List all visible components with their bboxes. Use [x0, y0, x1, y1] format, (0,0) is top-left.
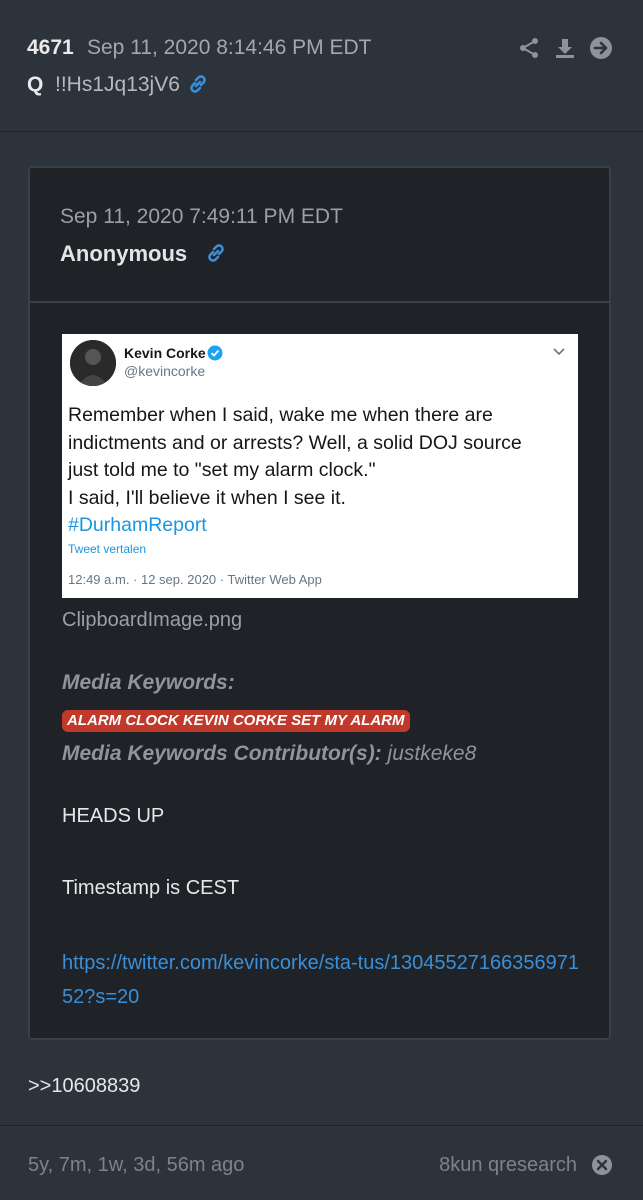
image-filename[interactable]: ClipboardImage.png: [62, 609, 242, 632]
contributors-label: Media Keywords Contributor(s):: [62, 742, 382, 765]
tweet-hashtag: #DurhamReport: [68, 514, 207, 536]
tweet-line: I said, I'll believe it when I see it.: [68, 486, 346, 509]
link-icon[interactable]: [186, 72, 210, 96]
tweet-handle: @kevincorke: [124, 363, 206, 379]
post-footer: 5y, 7m, 1w, 3d, 56m ago 8kun qresearch: [0, 1125, 643, 1200]
media-keywords-badge: ALARM CLOCK KEVIN CORKE SET MY ALARM: [62, 710, 410, 732]
quoted-timestamp: Sep 11, 2020 7:49:11 PM EDT: [60, 205, 343, 228]
tweet-image[interactable]: Kevin Corke @kevincorke Remember when I …: [62, 334, 578, 598]
avatar: [70, 340, 116, 386]
link-icon[interactable]: [204, 241, 228, 265]
post-age: 5y, 7m, 1w, 3d, 56m ago: [28, 1154, 245, 1176]
reply-reference-link[interactable]: >>10608839: [28, 1075, 140, 1098]
quoted-author: Anonymous: [60, 241, 188, 266]
quoted-post-header: Sep 11, 2020 7:49:11 PM EDT Anonymous: [30, 168, 609, 303]
tweet-url-link[interactable]: https://twitter.com/kevincorke/sta-tus/1…: [62, 946, 582, 1014]
post-actions: [517, 36, 613, 60]
chevron-down-icon: [552, 344, 566, 358]
contributor-name: justkeke8: [387, 742, 477, 765]
tweet-text: Remember when I said, wake me when there…: [68, 402, 572, 540]
share-icon[interactable]: [517, 36, 541, 60]
post-author: Q: [27, 73, 44, 96]
tweet-translate-link: Tweet vertalen: [68, 542, 147, 556]
post-body-line: HEADS UP: [62, 805, 165, 827]
post-timestamp: Sep 11, 2020 8:14:46 PM EDT: [87, 36, 372, 59]
post-header: 4671 Sep 11, 2020 8:14:46 PM EDT Q !!Hs1…: [0, 0, 643, 132]
close-circle-icon[interactable]: [591, 1154, 613, 1176]
download-icon[interactable]: [553, 36, 577, 60]
verified-badge-icon: [207, 345, 223, 361]
tweet-line: indictments and or arrests? Well, a soli…: [68, 431, 522, 454]
post-body-line: Timestamp is CEST: [62, 877, 240, 899]
tweet-meta: 12:49 a.m. · 12 sep. 2020 · Twitter Web …: [68, 572, 322, 587]
tweet-line: Remember when I said, wake me when there…: [68, 404, 493, 426]
tweet-line: just told me to "set my alarm clock.": [68, 459, 376, 481]
media-keywords-contributors: Media Keywords Contributor(s): justkeke8: [62, 742, 476, 766]
post-number[interactable]: 4671: [27, 36, 74, 60]
post-source: 8kun qresearch: [439, 1154, 577, 1176]
tweet-author-name: Kevin Corke: [124, 345, 206, 361]
media-keywords-label: Media Keywords:: [62, 671, 235, 694]
tripcode: !!Hs1Jq13jV6: [55, 73, 180, 96]
quoted-post: Sep 11, 2020 7:49:11 PM EDT Anonymous Ke…: [28, 166, 611, 1040]
arrow-right-circle-icon[interactable]: [589, 36, 613, 60]
